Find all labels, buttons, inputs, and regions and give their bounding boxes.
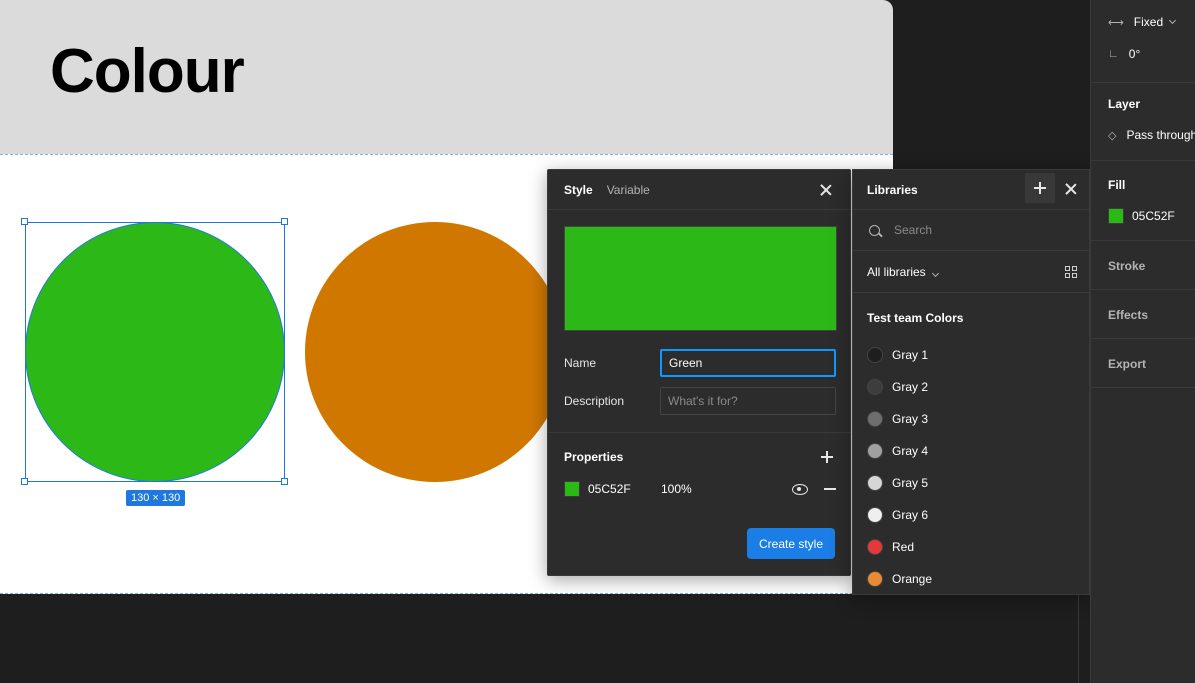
orange-circle[interactable] — [305, 222, 565, 482]
list-item[interactable]: Gray 5 — [853, 467, 1089, 499]
library-color-list: Gray 1 Gray 2 Gray 3 Gray 4 Gray 5 Gray … — [853, 339, 1089, 595]
divider — [1091, 338, 1195, 339]
blend-mode-value: Pass through — [1126, 128, 1195, 142]
tab-style[interactable]: Style — [564, 183, 593, 197]
resize-handle-top-right[interactable] — [281, 218, 288, 225]
fill-hex[interactable]: 05C52F — [1132, 209, 1175, 223]
fill-title: Fill — [1108, 178, 1126, 192]
color-name: Orange — [892, 572, 933, 586]
color-dot — [867, 507, 883, 523]
fill-row[interactable]: 05C52F — [1108, 208, 1175, 224]
size-badge: 130 × 130 — [126, 490, 186, 506]
guide-line — [1078, 595, 1079, 683]
properties-panel: ⟷ Fixed ∟ 0° Layer ◇ Pass through Fill 0… — [1090, 0, 1195, 683]
export-title[interactable]: Export — [1108, 357, 1146, 371]
green-circle[interactable] — [25, 222, 285, 482]
eye-icon[interactable] — [792, 484, 808, 495]
stroke-title[interactable]: Stroke — [1108, 259, 1145, 273]
property-swatch[interactable] — [564, 481, 580, 497]
minus-icon[interactable] — [824, 488, 836, 490]
add-library-button[interactable] — [1025, 173, 1055, 203]
plus-icon — [1034, 182, 1046, 194]
resize-handle-bottom-right[interactable] — [281, 478, 288, 485]
list-item[interactable]: Gray 6 — [853, 499, 1089, 531]
blend-mode-row[interactable]: ◇ Pass through — [1108, 128, 1195, 142]
color-dot — [867, 379, 883, 395]
divider — [1091, 289, 1195, 290]
name-input[interactable] — [660, 349, 836, 377]
chevron-down-icon — [1169, 16, 1177, 25]
divider — [548, 432, 850, 433]
create-style-button[interactable]: Create style — [747, 528, 835, 559]
color-dot — [867, 443, 883, 459]
libraries-panel: Libraries All libraries Test team Colors… — [852, 169, 1090, 595]
property-hex[interactable]: 05C52F — [588, 482, 661, 496]
blend-drop-icon: ◇ — [1108, 129, 1117, 142]
fill-swatch[interactable] — [1108, 208, 1124, 224]
divider — [1091, 82, 1195, 83]
tab-variable[interactable]: Variable — [607, 183, 650, 197]
library-filter-dropdown[interactable]: All libraries — [867, 264, 939, 279]
divider — [1091, 240, 1195, 241]
library-filter-row: All libraries — [853, 251, 1089, 293]
color-dot — [867, 347, 883, 363]
create-style-dialog: Style Variable Name Description Properti… — [547, 169, 851, 576]
frame-title: Colour — [50, 37, 245, 106]
close-icon[interactable] — [818, 182, 834, 198]
library-search-input[interactable] — [894, 223, 1074, 237]
divider — [1091, 160, 1195, 161]
color-name: Gray 4 — [892, 444, 929, 458]
frame-header: Colour — [0, 0, 893, 154]
resize-handle-bottom-left[interactable] — [21, 478, 28, 485]
color-name: Gray 3 — [892, 412, 929, 426]
search-row — [853, 210, 1089, 251]
name-row: Name — [564, 348, 836, 378]
color-dot — [867, 411, 883, 427]
color-name: Gray 2 — [892, 380, 929, 394]
add-property-icon[interactable] — [821, 451, 833, 463]
chevron-down-icon — [931, 269, 939, 277]
width-mode-value: Fixed — [1133, 15, 1164, 29]
name-label: Name — [564, 356, 597, 370]
list-item[interactable]: Red — [853, 531, 1089, 563]
color-dot — [867, 475, 883, 491]
resize-handle-top-left[interactable] — [21, 218, 28, 225]
library-filter-label: All libraries — [867, 264, 926, 279]
close-icon[interactable] — [1063, 181, 1079, 197]
library-section-title: Test team Colors — [867, 311, 964, 325]
effects-title[interactable]: Effects — [1108, 308, 1148, 322]
width-mode-row[interactable]: ⟷ Fixed — [1108, 15, 1177, 29]
list-item[interactable]: Gray 1 — [853, 339, 1089, 371]
resize-width-icon: ⟷ — [1108, 16, 1124, 29]
divider — [1091, 387, 1195, 388]
rotation-value: 0° — [1128, 47, 1141, 61]
color-name: Gray 6 — [892, 508, 929, 522]
libraries-title: Libraries — [867, 182, 918, 197]
color-dot — [867, 571, 883, 587]
description-label: Description — [564, 394, 625, 408]
list-item[interactable]: Gray 2 — [853, 371, 1089, 403]
property-row: 05C52F 100% — [564, 480, 836, 498]
dialog-header: Style Variable — [548, 170, 850, 210]
color-name: Red — [892, 540, 915, 554]
search-icon — [869, 224, 880, 236]
description-input[interactable] — [660, 387, 836, 415]
list-item[interactable]: Gray 4 — [853, 435, 1089, 467]
color-name: Gray 5 — [892, 476, 929, 490]
angle-icon: ∟ — [1108, 48, 1119, 60]
properties-title: Properties — [564, 450, 624, 464]
description-row: Description — [564, 386, 836, 416]
color-dot — [867, 539, 883, 555]
grid-view-icon[interactable] — [1065, 266, 1077, 278]
libraries-header: Libraries — [853, 170, 1089, 210]
property-opacity[interactable]: 100% — [661, 482, 761, 496]
color-name: Gray 1 — [892, 348, 929, 362]
rotation-row[interactable]: ∟ 0° — [1108, 47, 1140, 61]
list-item[interactable]: Orange — [853, 563, 1089, 595]
layer-title: Layer — [1108, 97, 1141, 111]
list-item[interactable]: Gray 3 — [853, 403, 1089, 435]
color-preview-swatch — [564, 226, 837, 331]
